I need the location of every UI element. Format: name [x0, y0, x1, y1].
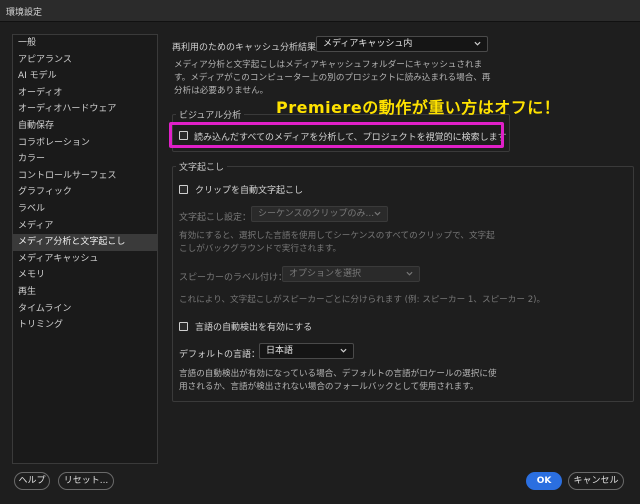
- sidebar-item-audio[interactable]: オーディオ: [13, 85, 157, 102]
- transcription-group: [172, 166, 634, 402]
- speaker-label: スピーカーのラベル付け：: [179, 273, 288, 283]
- sidebar-item-control-surface[interactable]: コントロールサーフェス: [13, 168, 157, 185]
- default-language-value: 日本語: [266, 346, 294, 356]
- transcription-title: 文字起こし: [176, 160, 228, 173]
- language-desc-line: 言語の自動検出が有効になっている場合、デフォルトの言語がロケールの選択に使: [179, 369, 497, 379]
- auto-transcribe-checkbox[interactable]: [179, 185, 188, 194]
- visual-analysis-title: ビジュアル分析: [176, 108, 245, 121]
- sidebar-item-ai-models[interactable]: AI モデル: [13, 68, 157, 85]
- window-title: 環境設定: [6, 8, 43, 18]
- cache-desc-line: メディア分析と文字起こしはメディアキャッシュフォルダーにキャッシュされま: [174, 60, 483, 70]
- sidebar-item-graphics[interactable]: グラフィック: [13, 184, 157, 201]
- annotation-text: Premiereの動作が重い方はオフに！: [276, 98, 561, 117]
- highlight-box: [169, 122, 504, 148]
- sidebar-item-auto-save[interactable]: 自動保存: [13, 118, 157, 135]
- chevron-down-icon: [340, 348, 347, 353]
- sidebar-item-media-cache[interactable]: メディアキャッシュ: [13, 251, 157, 268]
- category-sidebar: 一般 アピアランス AI モデル オーディオ オーディオハードウェア 自動保存 …: [12, 34, 158, 464]
- speaker-desc-line: これにより、文字起こしがスピーカーごとに分けられます (例: スピーカー 1、ス…: [179, 295, 546, 305]
- transcription-desc-line: こしがバックグラウンドで実行されます。: [179, 244, 342, 254]
- chevron-down-icon: [474, 41, 481, 46]
- sidebar-item-labels[interactable]: ラベル: [13, 201, 157, 218]
- ok-button[interactable]: OK: [526, 472, 562, 490]
- sidebar-item-timeline[interactable]: タイムライン: [13, 301, 157, 318]
- cache-description: メディア分析と文字起こしはメディアキャッシュフォルダーにキャッシュされま す。メ…: [174, 59, 491, 98]
- language-detect-label: 言語の自動検出を有効にする: [195, 323, 313, 333]
- cache-location-dropdown[interactable]: メディアキャッシュ内: [316, 36, 488, 52]
- sidebar-item-audio-hardware[interactable]: オーディオハードウェア: [13, 101, 157, 118]
- sidebar-item-color[interactable]: カラー: [13, 151, 157, 168]
- sidebar-item-general[interactable]: 一般: [13, 35, 157, 52]
- default-language-dropdown[interactable]: 日本語: [259, 343, 354, 359]
- sidebar-item-playback[interactable]: 再生: [13, 284, 157, 301]
- cache-desc-line: す。メディアがこのコンピューター上の別のプロジェクトに読み込まれる場合、再: [174, 73, 491, 83]
- transcription-settings-dropdown[interactable]: シーケンスのクリップのみ...: [251, 206, 388, 222]
- reset-button[interactable]: リセット...: [58, 472, 114, 490]
- transcription-settings-value: シーケンスのクリップのみ...: [258, 209, 375, 219]
- chevron-down-icon: [374, 211, 381, 216]
- title-bar: 環境設定: [0, 0, 640, 22]
- cache-label: 再利用のためのキャッシュ分析結果：: [172, 43, 326, 53]
- transcription-desc-line: 有効にすると、選択した言語を使用してシーケンスのすべてのクリップで、文字起: [179, 231, 495, 241]
- help-button[interactable]: ヘルプ: [14, 472, 50, 490]
- sidebar-item-trimming[interactable]: トリミング: [13, 317, 157, 334]
- sidebar-item-media-analysis[interactable]: メディア分析と文字起こし: [13, 234, 157, 251]
- cancel-button[interactable]: キャンセル: [568, 472, 624, 490]
- speaker-dropdown[interactable]: オプションを選択: [282, 266, 420, 282]
- language-desc-line: 用されるか、言語が検出されない場合のフォールバックとして使用されます。: [179, 382, 479, 392]
- speaker-value: オプションを選択: [289, 269, 362, 279]
- cache-location-value: メディアキャッシュ内: [323, 39, 413, 49]
- auto-transcribe-label: クリップを自動文字起こし: [195, 186, 304, 196]
- default-language-label: デフォルトの言語：: [179, 350, 261, 360]
- sidebar-item-media[interactable]: メディア: [13, 218, 157, 235]
- transcription-settings-label: 文字起こし設定：: [179, 213, 252, 223]
- sidebar-item-appearance[interactable]: アピアランス: [13, 52, 157, 69]
- chevron-down-icon: [406, 271, 413, 276]
- language-description: 言語の自動検出が有効になっている場合、デフォルトの言語がロケールの選択に使 用さ…: [179, 368, 497, 394]
- sidebar-item-collaboration[interactable]: コラボレーション: [13, 135, 157, 152]
- language-detect-checkbox[interactable]: [179, 322, 188, 331]
- sidebar-item-memory[interactable]: メモリ: [13, 267, 157, 284]
- transcription-description: 有効にすると、選択した言語を使用してシーケンスのすべてのクリップで、文字起 こし…: [179, 230, 495, 256]
- speaker-description: これにより、文字起こしがスピーカーごとに分けられます (例: スピーカー 1、ス…: [179, 294, 545, 307]
